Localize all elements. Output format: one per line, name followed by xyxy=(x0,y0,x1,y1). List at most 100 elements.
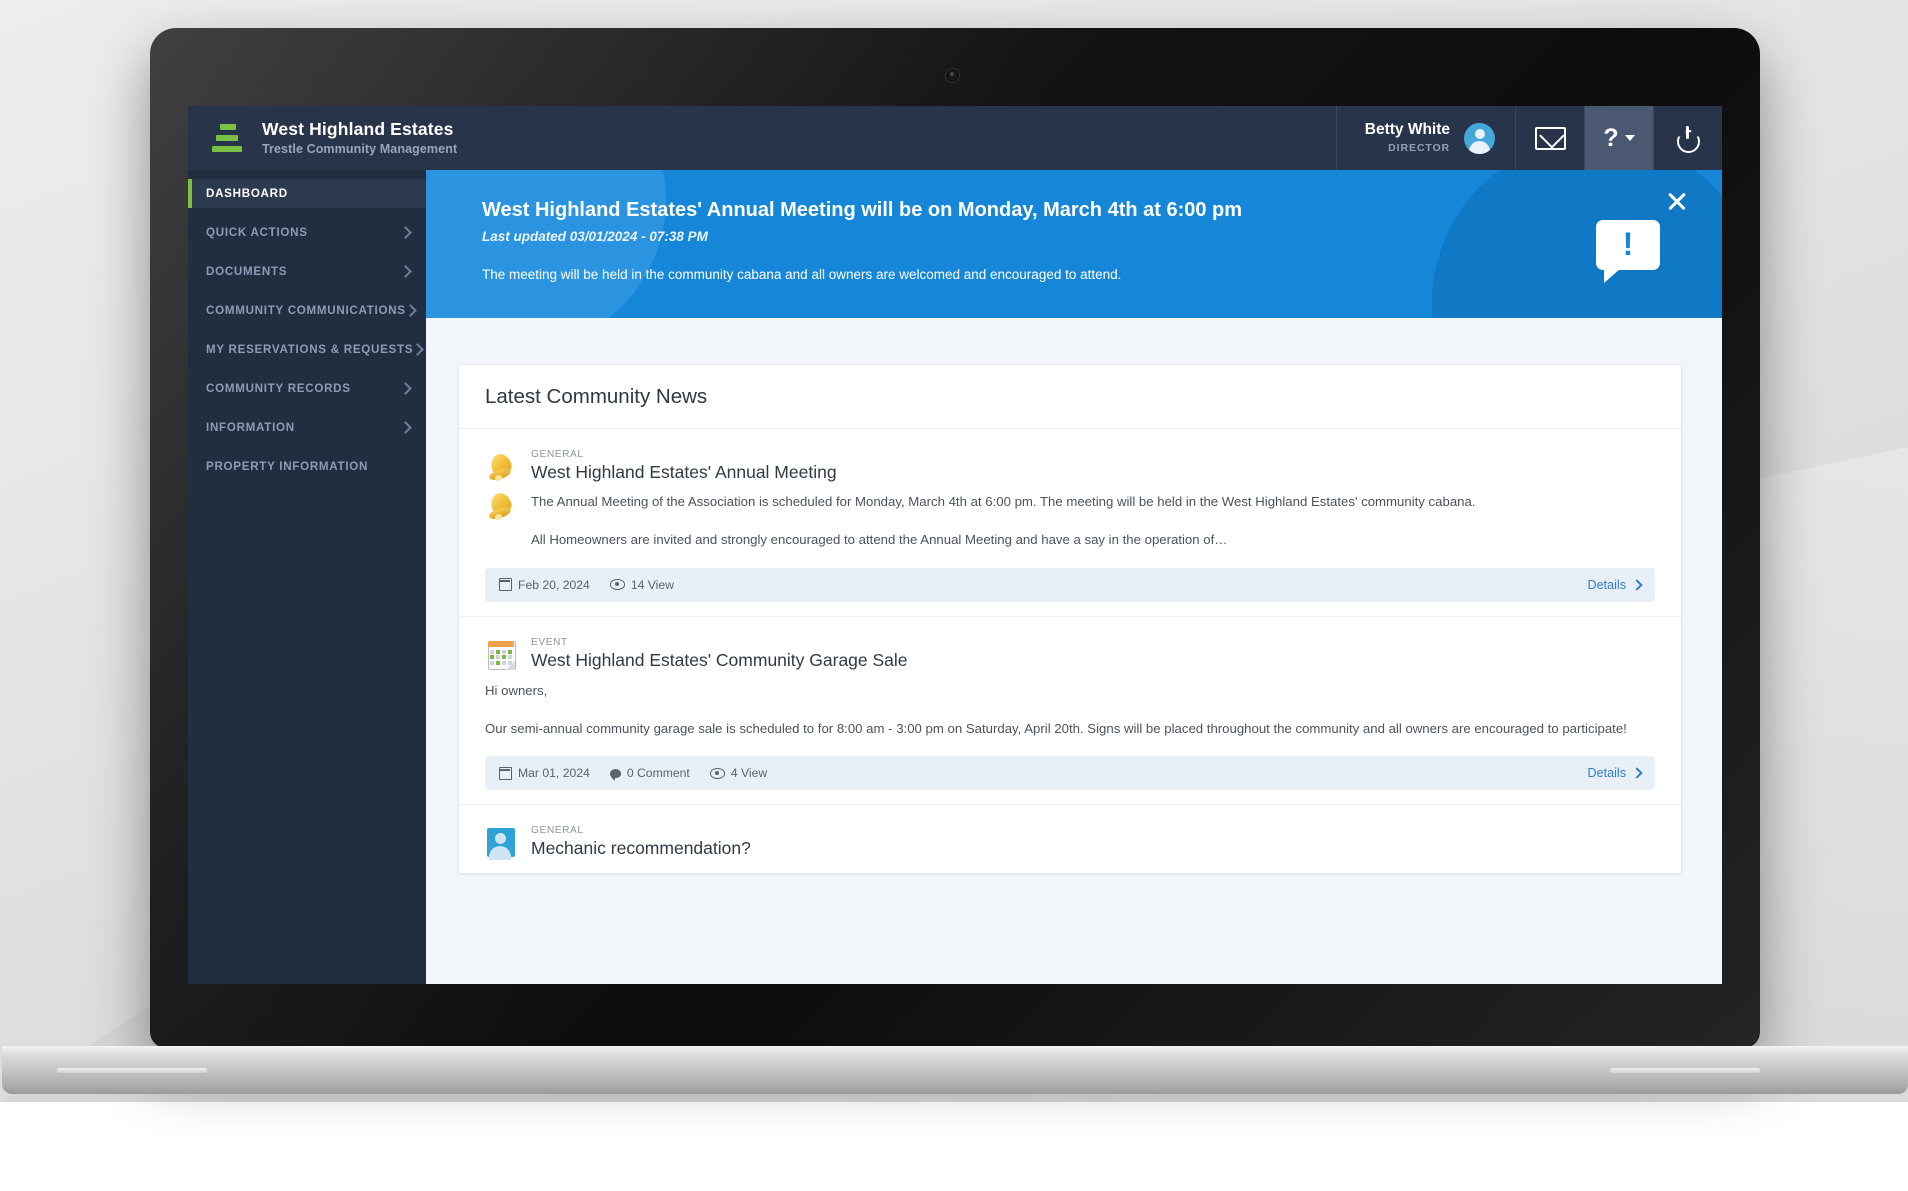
banner-close-icon[interactable] xyxy=(1666,190,1688,212)
article-body: The Annual Meeting of the Association is… xyxy=(485,490,1655,550)
article-views-text: 14 View xyxy=(630,577,674,592)
article-title: West Highland Estates' Community Garage … xyxy=(531,649,908,670)
brand-block[interactable]: West Highland Estates Trestle Community … xyxy=(188,106,457,170)
user-role: DIRECTOR xyxy=(1388,142,1450,154)
sidebar-item-property-information[interactable]: PROPERTY INFORMATION xyxy=(188,452,426,481)
article-paragraph-text: The Annual Meeting of the Association is… xyxy=(531,494,1476,509)
sidebar-item-label: QUICK ACTIONS xyxy=(206,226,308,239)
sidebar-item-community-communications[interactable]: COMMUNITY COMMUNICATIONS xyxy=(188,296,426,325)
article-date: Mar 01, 2024 xyxy=(498,766,590,781)
logout-button[interactable] xyxy=(1653,106,1722,170)
details-label: Details xyxy=(1587,766,1627,781)
announcement-banner: ! West Highland Estates' Annual Meeting … xyxy=(426,170,1722,318)
article-header: GENERAL Mechanic recommendation? xyxy=(485,825,1655,861)
main-content: ! West Highland Estates' Annual Meeting … xyxy=(426,170,1722,984)
laptop-mockup: West Highland Estates Trestle Community … xyxy=(2,28,1908,1094)
details-label: Details xyxy=(1587,577,1627,592)
sidebar-item-documents[interactable]: DOCUMENTS xyxy=(188,257,426,286)
article-paragraph-text: Hi owners, xyxy=(485,682,548,698)
article-details-link[interactable]: Details xyxy=(1587,766,1643,781)
sidebar-item-label: MY RESERVATIONS & REQUESTS xyxy=(206,343,414,356)
article-comments-text: 0 Comment xyxy=(626,766,690,781)
webcam-icon xyxy=(945,68,960,83)
banner-title: West Highland Estates' Annual Meeting wi… xyxy=(482,199,1243,221)
sidebar-item-quick-actions[interactable]: QUICK ACTIONS xyxy=(188,218,426,247)
exclamation-glyph: ! xyxy=(1622,226,1634,262)
app-screen: West Highland Estates Trestle Community … xyxy=(188,106,1722,984)
article-title: West Highland Estates' Annual Meeting xyxy=(531,462,837,482)
user-menu[interactable]: Betty White DIRECTOR xyxy=(1335,106,1515,170)
article-category: GENERAL xyxy=(531,449,584,460)
screenshot-stage: West Highland Estates Trestle Community … xyxy=(0,0,1908,1191)
article-comments: 0 Comment xyxy=(609,766,690,781)
chevron-right-icon xyxy=(399,382,412,395)
card-title: Latest Community News xyxy=(459,365,1681,429)
calendar-icon xyxy=(485,639,517,671)
chevron-right-icon xyxy=(399,265,412,278)
article-title: Mechanic recommendation? xyxy=(531,838,751,859)
sidebar-item-community-records[interactable]: COMMUNITY RECORDS xyxy=(188,374,426,403)
banner-inner: West Highland Estates' Annual Meeting wi… xyxy=(426,170,1722,282)
calendar-icon xyxy=(498,766,512,780)
article-details-link[interactable]: Details xyxy=(1587,577,1643,592)
article-category: EVENT xyxy=(531,636,568,648)
header-spacer xyxy=(457,106,1336,170)
bell-icon xyxy=(485,451,517,483)
article-category: GENERAL xyxy=(531,825,584,837)
article-paragraph-text: All Homeowners are invited and strongly … xyxy=(531,532,1228,547)
sidebar-item-my-reservations-requests[interactable]: MY RESERVATIONS & REQUESTS xyxy=(188,335,426,364)
user-avatar-icon xyxy=(485,827,517,861)
chevron-right-icon xyxy=(1631,579,1643,591)
article-date: Feb 20, 2024 xyxy=(498,578,590,592)
sidebar-item-information[interactable]: INFORMATION xyxy=(188,413,426,442)
bell-icon xyxy=(485,490,517,522)
messages-button[interactable] xyxy=(1515,106,1584,170)
article-meta-bar: Feb 20, 2024 14 View Details xyxy=(485,567,1655,602)
sidebar-item-label: DOCUMENTS xyxy=(206,265,288,278)
user-names: Betty White DIRECTOR xyxy=(1365,121,1450,154)
trestle-bars-logo-icon xyxy=(212,121,242,155)
article-meta-bar: Mar 01, 2024 0 Comment 4 View Details xyxy=(485,756,1655,791)
brand-title: West Highland Estates xyxy=(262,119,454,140)
calendar-icon xyxy=(498,578,512,592)
sidebar-item-label: PROPERTY INFORMATION xyxy=(206,460,369,473)
chevron-right-icon xyxy=(411,343,425,356)
chevron-right-icon xyxy=(399,421,412,434)
article-paragraph: The Annual Meeting of the Association is… xyxy=(485,490,1655,522)
help-button[interactable]: ? xyxy=(1584,106,1653,170)
sidebar-item-label: COMMUNITY COMMUNICATIONS xyxy=(206,304,406,317)
sidebar-item-dashboard[interactable]: DASHBOARD xyxy=(188,179,426,208)
user-name: Betty White xyxy=(1364,121,1450,139)
article-views-text: 4 View xyxy=(730,766,768,781)
speech-bubble-exclamation-icon: ! xyxy=(1596,220,1660,283)
eye-icon xyxy=(709,768,725,779)
brand-text: West Highland Estates Trestle Community … xyxy=(262,119,457,156)
eye-icon xyxy=(609,579,625,590)
chevron-down-icon xyxy=(1624,135,1635,141)
chevron-right-icon xyxy=(403,304,417,317)
sidebar-item-label: DASHBOARD xyxy=(206,187,288,200)
chevron-right-icon xyxy=(399,226,412,239)
user-avatar-icon[interactable] xyxy=(1464,122,1495,154)
article-body: Hi owners, Our semi-annual community gar… xyxy=(485,681,1655,739)
news-article[interactable]: GENERAL West Highland Estates' Annual Me… xyxy=(459,429,1681,617)
laptop-foot xyxy=(57,1068,207,1073)
article-paragraph: All Homeowners are invited and strongly … xyxy=(485,531,1655,550)
sidebar-item-label: INFORMATION xyxy=(206,421,295,434)
latest-news-card: Latest Community News GENERAL West Highl… xyxy=(458,364,1682,875)
article-views: 14 View xyxy=(609,577,674,592)
article-header: GENERAL West Highland Estates' Annual Me… xyxy=(485,449,1655,483)
question-mark-icon: ? xyxy=(1603,123,1619,152)
news-article[interactable]: EVENT West Highland Estates' Community G… xyxy=(459,617,1681,806)
laptop-foot xyxy=(1610,1068,1760,1073)
power-icon xyxy=(1676,126,1700,150)
article-views: 4 View xyxy=(709,766,768,781)
article-date-text: Mar 01, 2024 xyxy=(518,766,590,781)
sidebar-item-label: COMMUNITY RECORDS xyxy=(206,382,351,395)
app-header: West Highland Estates Trestle Community … xyxy=(188,106,1722,170)
news-article[interactable]: GENERAL Mechanic recommendation? xyxy=(459,805,1681,873)
banner-last-updated: Last updated 03/01/2024 - 07:38 PM xyxy=(482,229,708,244)
envelope-icon xyxy=(1534,126,1566,150)
banner-body: The meeting will be held in the communit… xyxy=(482,267,1122,282)
chevron-right-icon xyxy=(1631,767,1643,779)
